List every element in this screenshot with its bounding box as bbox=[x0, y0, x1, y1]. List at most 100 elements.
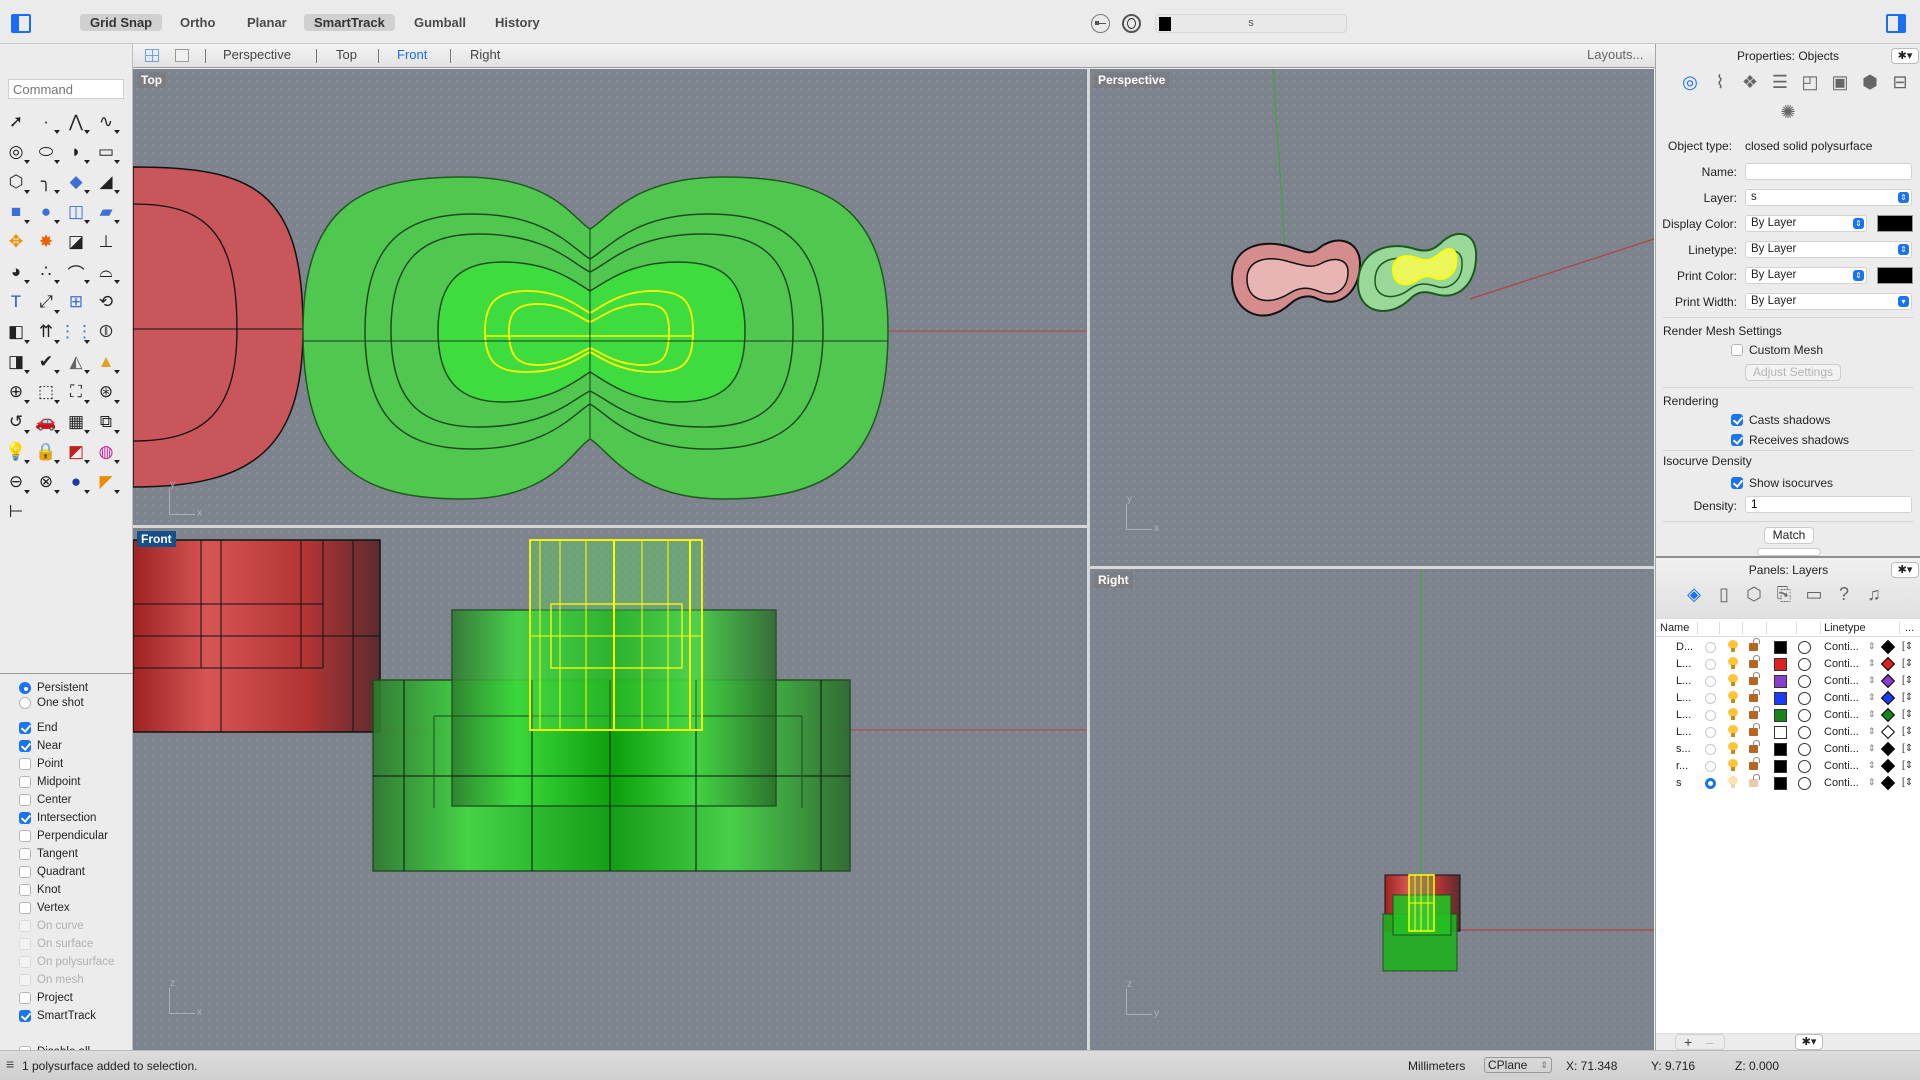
viewport-label-front[interactable]: Front bbox=[137, 531, 176, 547]
properties-tab-clipping-icon[interactable]: ⊟ bbox=[1888, 70, 1912, 94]
current-layer-radio[interactable] bbox=[1705, 659, 1716, 670]
layer-color-swatch[interactable] bbox=[1774, 675, 1787, 688]
material-circle-icon[interactable] bbox=[1798, 760, 1811, 773]
print-width-stepper[interactable]: [⇕ bbox=[1902, 709, 1913, 720]
osnap-tangent-checkbox[interactable]: Tangent bbox=[19, 846, 78, 861]
linetype-select[interactable]: By Layer ⇕ bbox=[1745, 241, 1912, 258]
section-tool-icon[interactable]: ⦷ bbox=[94, 320, 118, 344]
layers-tab-display-icon[interactable]: ▭ bbox=[1802, 582, 1826, 606]
move-tool-icon[interactable]: ⤢ bbox=[34, 290, 60, 314]
zoom-in-tool-icon[interactable]: ⊕ bbox=[4, 380, 30, 404]
density-field[interactable] bbox=[1745, 496, 1912, 513]
lock-icon[interactable] bbox=[1749, 655, 1760, 668]
layers-tab-help-icon[interactable]: ? bbox=[1832, 582, 1856, 606]
osnap-center-checkbox[interactable]: Center bbox=[19, 792, 72, 807]
sphere-tool-icon[interactable]: ● bbox=[34, 200, 60, 224]
lock-icon[interactable] bbox=[1749, 689, 1760, 702]
lightbulb-icon[interactable] bbox=[1727, 759, 1738, 772]
point-tool-icon[interactable]: · bbox=[34, 110, 60, 134]
transform-tool-icon[interactable]: ▲ bbox=[94, 350, 120, 374]
print-color-diamond-icon[interactable] bbox=[1880, 707, 1896, 723]
print-width-stepper[interactable]: [⇕ bbox=[1902, 658, 1913, 669]
layer-color-swatch[interactable] bbox=[1774, 641, 1787, 654]
lock-icon[interactable] bbox=[1749, 740, 1760, 753]
layer-linetype[interactable]: Conti... bbox=[1824, 692, 1859, 704]
rendered-tool-icon[interactable]: ● bbox=[64, 470, 90, 494]
record-history-icon[interactable] bbox=[1091, 14, 1110, 33]
wireframe-tool-icon[interactable]: ⊖ bbox=[4, 470, 30, 494]
adjust-settings-button[interactable]: Adjust Settings bbox=[1745, 364, 1841, 381]
print-width-stepper[interactable]: [⇕ bbox=[1902, 743, 1913, 754]
lightbulb-icon[interactable] bbox=[1727, 691, 1738, 704]
layer-color-swatch[interactable] bbox=[1774, 658, 1787, 671]
rectangle-tool-icon[interactable]: ▭ bbox=[94, 140, 120, 164]
tab-perspective[interactable]: Perspective bbox=[223, 47, 291, 62]
column-name[interactable]: Name bbox=[1660, 622, 1689, 634]
tab-right[interactable]: Right bbox=[470, 47, 500, 62]
layer-row[interactable]: r... Conti... ⇕ [⇕ bbox=[1656, 757, 1920, 775]
split-tool-icon[interactable]: ⊥ bbox=[94, 230, 118, 254]
material-circle-icon[interactable] bbox=[1798, 658, 1811, 671]
display-color-select[interactable]: By Layer ⇕ bbox=[1745, 215, 1867, 232]
viewport-splitter-right[interactable] bbox=[1090, 566, 1654, 569]
text-tool-icon[interactable]: T bbox=[4, 290, 28, 314]
osnap-on-surface-checkbox[interactable]: On surface bbox=[19, 936, 93, 951]
layer-color-swatch[interactable] bbox=[1774, 709, 1787, 722]
layers-gear-menu[interactable]: ✱▾ bbox=[1891, 562, 1919, 578]
lightbulb-icon[interactable] bbox=[1727, 640, 1738, 653]
osnap-on-mesh-checkbox[interactable]: On mesh bbox=[19, 972, 84, 987]
light-tool-icon[interactable]: 💡 bbox=[4, 440, 30, 464]
layers-tab-layers-icon[interactable]: ◈ bbox=[1682, 582, 1706, 606]
layer-linetype[interactable]: Conti... bbox=[1824, 726, 1859, 738]
osnap-mode-one-shot[interactable]: One shot bbox=[19, 695, 84, 710]
osnap-mode-persistent[interactable]: Persistent bbox=[19, 680, 88, 695]
current-layer-radio[interactable] bbox=[1705, 676, 1716, 687]
casts-shadows-checkbox[interactable]: Casts shadows bbox=[1731, 413, 1830, 427]
print-color-diamond-icon[interactable] bbox=[1880, 724, 1896, 740]
layers-tab-blocks-icon[interactable]: ⬡ bbox=[1742, 582, 1766, 606]
lightbulb-icon[interactable] bbox=[1727, 725, 1738, 738]
circle-tool-icon[interactable]: ◎ bbox=[4, 140, 30, 164]
left-sidebar-toggle[interactable] bbox=[11, 14, 31, 33]
car-render-tool-icon[interactable]: 🚗 bbox=[34, 410, 60, 434]
layer-linetype[interactable]: Conti... bbox=[1824, 760, 1859, 772]
layer-tool-icon[interactable]: ◩ bbox=[64, 440, 90, 464]
properties-tab-object-icon[interactable]: ◎ bbox=[1678, 70, 1702, 94]
properties-tab-material-icon[interactable]: ❖ bbox=[1738, 70, 1762, 94]
osnap-near-checkbox[interactable]: Near bbox=[19, 738, 62, 753]
lock-icon[interactable] bbox=[1749, 757, 1760, 770]
box-tool-icon[interactable]: ■ bbox=[4, 200, 30, 224]
linetype-stepper-icon[interactable]: ⇕ bbox=[1868, 709, 1876, 720]
layer-color-swatch[interactable] bbox=[1774, 760, 1787, 773]
osnap-on-polysurface-checkbox[interactable]: On polysurface bbox=[19, 954, 114, 969]
named-views-tool-icon[interactable]: ⧉ bbox=[94, 410, 120, 434]
command-history-icon[interactable]: ≡ bbox=[6, 1056, 14, 1072]
lock-icon[interactable] bbox=[1749, 672, 1760, 685]
osnap-on-curve-checkbox[interactable]: On curve bbox=[19, 918, 84, 933]
cylinder-tool-icon[interactable]: ◫ bbox=[64, 200, 90, 224]
viewport-label-top[interactable]: Top bbox=[137, 72, 167, 88]
layer-color-swatch[interactable] bbox=[1774, 692, 1787, 705]
properties-tab-shadow-icon[interactable]: ▣ bbox=[1828, 70, 1852, 94]
layer-linetype[interactable]: Conti... bbox=[1824, 709, 1859, 721]
layer-linetype[interactable]: Conti... bbox=[1824, 641, 1859, 653]
layer-row[interactable]: L... Conti... ⇕ [⇕ bbox=[1656, 672, 1920, 690]
rotate-view-tool-icon[interactable]: ↺ bbox=[4, 410, 30, 434]
linetype-stepper-icon[interactable]: ⇕ bbox=[1868, 658, 1876, 669]
shade-tool-icon[interactable]: ◭ bbox=[64, 350, 90, 374]
grid-array-tool-icon[interactable]: ⋮⋮ bbox=[59, 320, 93, 344]
toggle-history[interactable]: History bbox=[485, 14, 550, 31]
print-color-diamond-icon[interactable] bbox=[1880, 656, 1896, 672]
sweep-tool-icon[interactable]: ◢ bbox=[94, 170, 120, 194]
command-input[interactable] bbox=[8, 79, 124, 99]
viewport-right[interactable]: Right z y bbox=[1090, 569, 1654, 1050]
properties-tab-curve-icon[interactable]: ⌇ bbox=[1708, 70, 1732, 94]
print-width-stepper[interactable]: [⇕ bbox=[1902, 675, 1913, 686]
current-layer-radio[interactable] bbox=[1705, 778, 1716, 789]
match-button[interactable]: Match bbox=[1764, 527, 1814, 544]
boolean-tool-icon[interactable]: ✥ bbox=[4, 230, 28, 254]
layer-row[interactable]: s... Conti... ⇕ [⇕ bbox=[1656, 740, 1920, 758]
trim-tool-icon[interactable]: ◪ bbox=[64, 230, 88, 254]
project-tool-icon[interactable]: ⇈ bbox=[34, 320, 60, 344]
print-color-select[interactable]: By Layer ⇕ bbox=[1745, 267, 1867, 284]
